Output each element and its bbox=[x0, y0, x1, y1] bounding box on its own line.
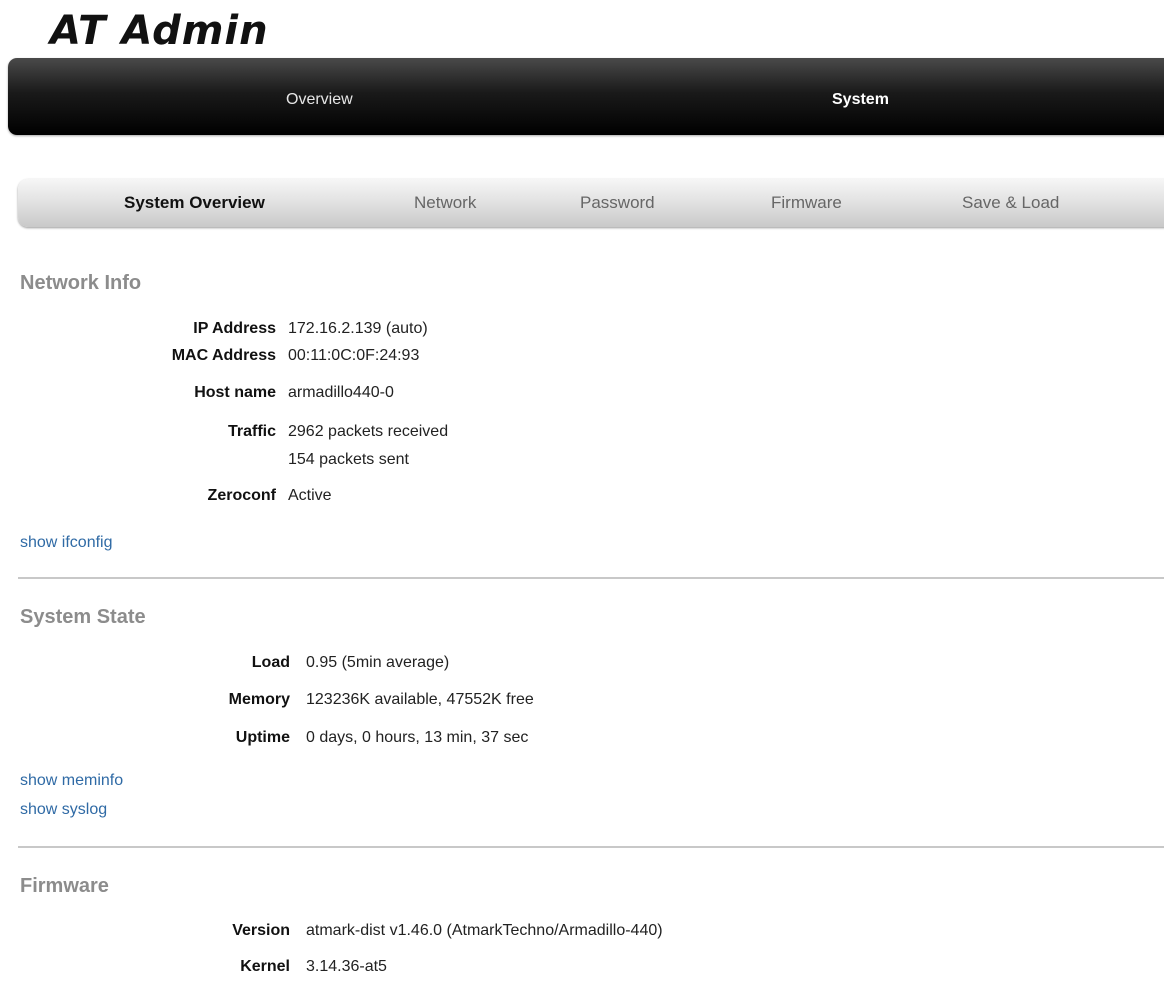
version-value: atmark-dist v1.46.0 (AtmarkTechno/Armadi… bbox=[306, 922, 663, 939]
host-name-value: armadillo440-0 bbox=[288, 384, 394, 401]
memory-value: 123236K available, 47552K free bbox=[306, 691, 534, 708]
subtab-firmware[interactable]: Firmware bbox=[771, 179, 842, 227]
tab-overview[interactable]: Overview bbox=[286, 58, 353, 135]
section-divider bbox=[18, 577, 1164, 579]
main-nav: Overview System bbox=[8, 58, 1164, 135]
system-state-heading: System State bbox=[20, 606, 146, 628]
subtab-system-overview[interactable]: System Overview bbox=[124, 179, 265, 227]
traffic-received-value: 2962 packets received bbox=[288, 423, 449, 440]
uptime-label: Uptime bbox=[235, 729, 290, 746]
traffic-sent-value: 154 packets sent bbox=[288, 451, 409, 468]
traffic-label: Traffic bbox=[227, 423, 276, 440]
host-name-label: Host name bbox=[194, 384, 276, 401]
sub-nav: System Overview Network Password Firmwar… bbox=[18, 179, 1164, 227]
section-divider bbox=[18, 846, 1164, 848]
show-meminfo-link[interactable]: show meminfo bbox=[20, 772, 123, 790]
show-syslog-link[interactable]: show syslog bbox=[20, 801, 107, 819]
firmware-heading: Firmware bbox=[20, 875, 109, 897]
memory-label: Memory bbox=[228, 691, 290, 708]
network-info-heading: Network Info bbox=[20, 272, 142, 294]
subtab-password[interactable]: Password bbox=[580, 179, 655, 227]
kernel-label: Kernel bbox=[240, 958, 290, 975]
mac-address-label: MAC Address bbox=[171, 347, 276, 364]
uptime-value: 0 days, 0 hours, 13 min, 37 sec bbox=[306, 729, 529, 746]
load-label: Load bbox=[251, 654, 290, 671]
zeroconf-label: Zeroconf bbox=[207, 487, 276, 504]
mac-address-value: 00:11:0C:0F:24:93 bbox=[288, 347, 420, 364]
subtab-save-load[interactable]: Save & Load bbox=[962, 179, 1059, 227]
load-value: 0.95 (5min average) bbox=[306, 654, 450, 671]
subtab-network[interactable]: Network bbox=[414, 179, 476, 227]
kernel-value: 3.14.36-at5 bbox=[306, 958, 387, 975]
tab-system[interactable]: System bbox=[832, 58, 889, 135]
ip-address-value: 172.16.2.139 (auto) bbox=[288, 320, 428, 337]
show-ifconfig-link[interactable]: show ifconfig bbox=[20, 534, 113, 552]
version-label: Version bbox=[232, 922, 290, 939]
app-title: AT Admin bbox=[50, 8, 269, 54]
zeroconf-value: Active bbox=[288, 487, 332, 504]
ip-address-label: IP Address bbox=[193, 320, 276, 337]
